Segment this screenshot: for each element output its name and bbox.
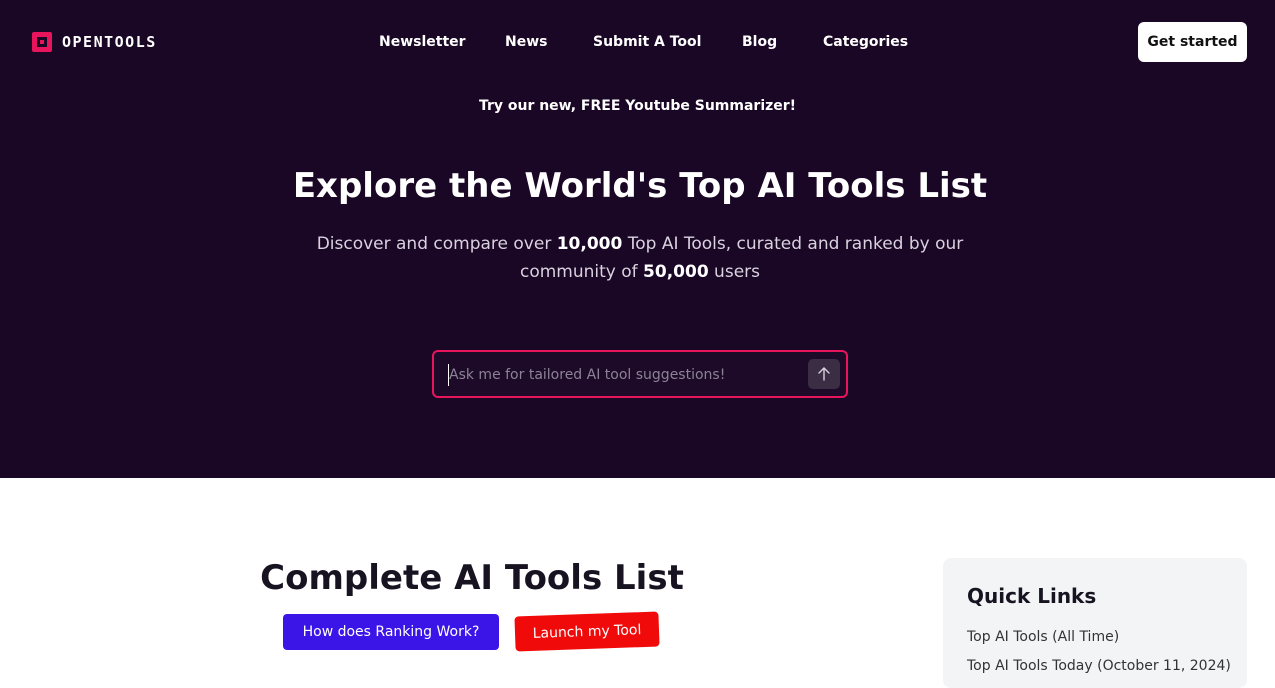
quick-link-top-all-time[interactable]: Top AI Tools (All Time): [967, 627, 1119, 647]
tools-count: 10,000: [556, 234, 623, 254]
main-nav: Newsletter News Submit A Tool Blog Categ…: [0, 32, 1275, 52]
arrow-up-icon: [818, 367, 830, 381]
nav-categories[interactable]: Categories: [823, 32, 908, 52]
promo-link[interactable]: Try our new, FREE Youtube Summarizer!: [0, 96, 1275, 116]
how-ranking-works-button[interactable]: How does Ranking Work?: [283, 614, 499, 650]
users-count: 50,000: [643, 262, 709, 282]
hero-subtitle: Discover and compare over 10,000 Top AI …: [287, 230, 993, 286]
launch-my-tool-button[interactable]: Launch my Tool: [514, 611, 660, 652]
tools-list-title: Complete AI Tools List: [260, 558, 684, 598]
nav-blog[interactable]: Blog: [742, 32, 777, 52]
subtitle-text-1: Discover and compare over: [316, 234, 557, 254]
quick-links-card: Quick Links Top AI Tools (All Time) Top …: [943, 558, 1247, 688]
send-button[interactable]: [808, 359, 840, 389]
subtitle-text-3: users: [708, 262, 760, 282]
hero-section: OPENTOOLS Newsletter News Submit A Tool …: [0, 0, 1275, 478]
ai-search-box: [432, 350, 848, 398]
page-title: Explore the World's Top AI Tools List: [292, 166, 988, 206]
ai-search-input[interactable]: [448, 364, 791, 386]
nav-submit-a-tool[interactable]: Submit A Tool: [593, 32, 701, 52]
nav-newsletter[interactable]: Newsletter: [379, 32, 466, 52]
get-started-button[interactable]: Get started: [1138, 22, 1247, 62]
quick-links-title: Quick Links: [967, 584, 1097, 608]
nav-news[interactable]: News: [505, 32, 547, 52]
quick-link-top-today[interactable]: Top AI Tools Today (October 11, 2024): [967, 656, 1231, 676]
